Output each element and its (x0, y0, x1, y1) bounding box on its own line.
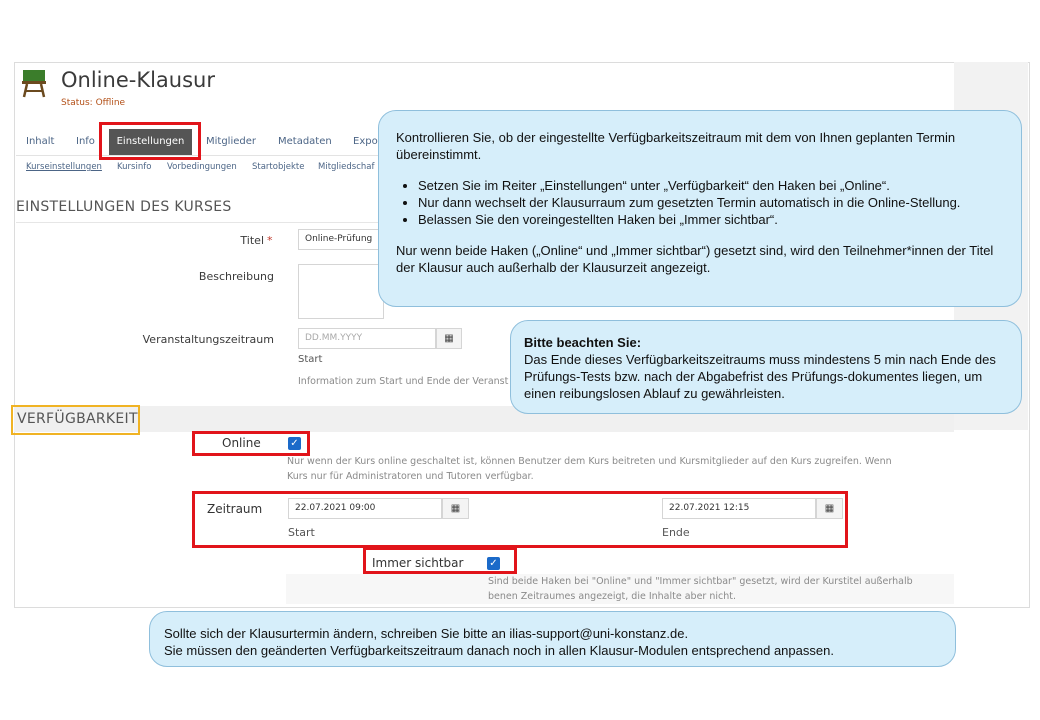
online-help-line2: Kurs nur für Administratoren und Tutoren… (287, 471, 534, 482)
always-visible-help-line2: benen Zeitraumes angezeigt, die Inhalte … (488, 591, 736, 602)
tab-highlight-box (99, 122, 201, 160)
support-line1: Sollte sich der Klausurtermin ändern, sc… (164, 626, 689, 641)
settings-heading: EINSTELLUNGEN DES KURSES (16, 199, 232, 215)
note-body: Das Ende dieses Verfügbarkeitszeitraums … (524, 352, 996, 401)
tab-metadaten[interactable]: Metadaten (278, 129, 332, 155)
tab-divider (16, 155, 396, 156)
callout-intro: Kontrollieren Sie, ob der eingestellte V… (396, 130, 956, 162)
tab-info[interactable]: Info (76, 129, 95, 155)
callout-bullet: Setzen Sie im Reiter „Einstellungen“ unt… (418, 177, 1003, 194)
period-highlight-box (192, 491, 848, 548)
calendar-icon[interactable]: ▦ (436, 328, 462, 349)
subtab-kursinfo[interactable]: Kursinfo (117, 162, 151, 172)
required-mark: * (267, 234, 273, 247)
subtab-kurseinstellungen[interactable]: Kurseinstellungen (26, 162, 102, 172)
subtab-vorbedingungen[interactable]: Vorbedingungen (167, 162, 237, 172)
online-highlight-box (192, 431, 310, 456)
description-label: Beschreibung (198, 270, 274, 283)
online-help-line1: Nur wenn der Kurs online geschaltet ist,… (287, 456, 892, 467)
description-textarea[interactable] (298, 264, 384, 319)
always-visible-help-line1: Sind beide Haken bei "Online" und "Immer… (488, 576, 913, 587)
tab-export[interactable]: Expo (353, 129, 378, 155)
support-line2: Sie müssen den geänderten Verfügbarkeits… (164, 643, 834, 658)
always-visible-highlight-box (363, 547, 517, 574)
event-start-label: Start (298, 354, 323, 365)
event-period-label: Veranstaltungszeitraum (142, 333, 274, 346)
title-label: Titel (240, 234, 264, 247)
callout-bullet-list: Setzen Sie im Reiter „Einstellungen“ unt… (418, 177, 1003, 228)
tab-inhalt[interactable]: Inhalt (26, 129, 54, 155)
callout-outro: Nur wenn beide Haken („Online“ und „Imme… (396, 243, 994, 275)
course-title: Online-Klausur (61, 68, 215, 92)
tab-mitglieder[interactable]: Mitglieder (206, 129, 256, 155)
subtab-mitgliedschaft[interactable]: Mitgliedschaf (318, 162, 374, 172)
note-title: Bitte beachten Sie: (524, 335, 642, 350)
callout-bullet: Belassen Sie den voreingestellten Haken … (418, 211, 1003, 228)
title-input[interactable]: Online-Prüfung (298, 229, 384, 250)
note-callout: Bitte beachten Sie: Das Ende dieses Verf… (510, 320, 1022, 414)
availability-highlight-box (11, 405, 140, 435)
callout-bullet: Nur dann wechselt der Klausurraum zum ge… (418, 194, 1003, 211)
event-start-date-input[interactable]: DD.MM.YYYY (298, 328, 436, 349)
course-status: Status: Offline (61, 98, 126, 108)
event-period-info: Information zum Start und Ende der Veran… (298, 376, 509, 387)
subtab-startobjekte[interactable]: Startobjekte (252, 162, 304, 172)
support-callout: Sollte sich der Klausurtermin ändern, sc… (149, 611, 956, 667)
course-icon (22, 70, 46, 98)
instruction-callout: Kontrollieren Sie, ob der eingestellte V… (378, 110, 1022, 307)
